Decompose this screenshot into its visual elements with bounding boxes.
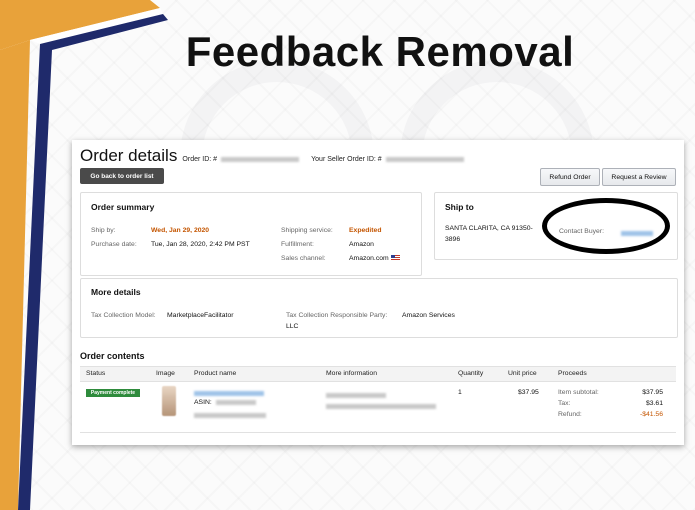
fulfillment-value: Amazon (349, 241, 374, 248)
shipping-service-label: Shipping service: (281, 227, 333, 234)
tax-party-value: Amazon Services (402, 312, 455, 319)
slide-title: Feedback Removal (185, 28, 575, 75)
order-id-label: Order ID: # (182, 156, 218, 163)
redacted-asin (215, 399, 256, 405)
refund-order-button[interactable]: Refund Order (540, 168, 600, 186)
product-name-link[interactable] (194, 389, 264, 398)
redacted-more-info (326, 390, 436, 410)
col-quantity: Quantity (458, 370, 484, 377)
ship-to-address-line2: 3896 (445, 236, 461, 243)
ship-by-value: Wed, Jan 29, 2020 (151, 227, 210, 234)
product-image[interactable] (162, 386, 176, 416)
item-subtotal-label: Item subtotal: (558, 389, 599, 396)
sales-channel-value: Amazon.com (349, 255, 389, 262)
refund-label: Refund: (558, 411, 582, 418)
unit-price-value: $37.95 (518, 389, 539, 396)
shipping-service-value: Expedited (349, 227, 382, 234)
asin-label: ASIN: (194, 399, 212, 406)
redacted-order-id (221, 156, 300, 162)
purchase-date-value: Tue, Jan 28, 2020, 2:42 PM PST (151, 241, 250, 248)
tax-party-label: Tax Collection Responsible Party: (286, 312, 388, 319)
tax-model-label: Tax Collection Model: (91, 312, 156, 319)
order-details-screenshot: Order details Order ID: # Your Seller Or… (72, 140, 684, 445)
col-status: Status (86, 370, 106, 377)
tax-model-value: MarketplaceFacilitator (167, 312, 234, 319)
refund-value: -$41.56 (639, 411, 663, 418)
ship-to-address-line1: SANTA CLARITA, CA 91350- (445, 225, 533, 232)
table-bottom-divider (80, 432, 676, 433)
back-to-order-list-button[interactable]: Go back to order list (80, 168, 164, 184)
tax-label: Tax: (558, 400, 571, 407)
redacted-sku (194, 410, 266, 419)
more-details-box: More details Tax Collection Model: Marke… (80, 278, 678, 338)
status-badge: Payment complete (86, 389, 140, 397)
tax-party-value-cont: LLC (286, 323, 299, 330)
col-product-name: Product name (194, 370, 237, 377)
fulfillment-label: Fulfillment: (281, 241, 314, 248)
ship-to-title: Ship to (445, 202, 474, 212)
redacted-seller-order-id (385, 156, 464, 162)
more-details-title: More details (91, 287, 141, 297)
seller-order-id-label: Your Seller Order ID: # (311, 156, 382, 163)
col-more-information: More information (326, 370, 377, 377)
col-proceeds: Proceeds (558, 370, 587, 377)
col-unit-price: Unit price (508, 370, 537, 377)
asin-row: ASIN: (194, 399, 256, 406)
order-header: Order details Order ID: # Your Seller Or… (80, 146, 464, 166)
request-review-button[interactable]: Request a Review (602, 168, 676, 186)
page-title: Order details (80, 146, 178, 165)
highlight-ellipse (542, 198, 670, 254)
order-contents-title: Order contents (80, 351, 145, 361)
tax-value: $3.61 (645, 400, 663, 407)
col-image: Image (156, 370, 175, 377)
order-summary-box: Order summary Ship by: Wed, Jan 29, 2020… (80, 192, 422, 276)
quantity-value: 1 (458, 389, 462, 396)
sales-channel-row: Amazon.com (349, 255, 400, 262)
purchase-date-label: Purchase date: (91, 241, 137, 248)
ship-by-label: Ship by: (91, 227, 116, 234)
item-subtotal-value: $37.95 (642, 389, 663, 396)
sales-channel-label: Sales channel: (281, 255, 326, 262)
us-flag-icon (390, 255, 400, 262)
order-summary-title: Order summary (91, 202, 155, 212)
